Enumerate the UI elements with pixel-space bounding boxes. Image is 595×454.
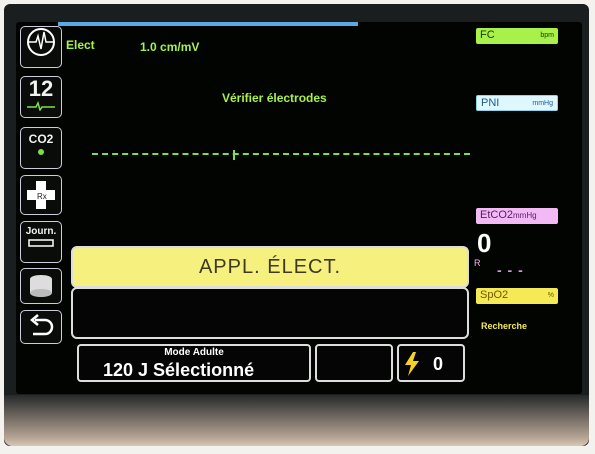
cuff-icon [30, 275, 52, 297]
nibp-unit: mmHg [532, 100, 553, 107]
energy-selection-box[interactable]: Mode Adulte 120 J Sélectionné [77, 344, 311, 382]
co2-button[interactable]: CO2 [20, 127, 62, 169]
nibp-label[interactable]: PNI mmHg [476, 95, 558, 111]
hr-label[interactable]: FC bpm [476, 28, 558, 44]
energy-selected: 120 J Sélectionné [103, 360, 255, 380]
ecg-gain-label: 1.0 cm/mV [140, 40, 200, 54]
mode-label: Mode Adulte [164, 347, 224, 358]
etco2-title: EtCO2 [480, 209, 514, 221]
ecg-wave-icon [27, 101, 55, 111]
resp-label: R [474, 258, 481, 268]
top-status-bar [58, 22, 358, 26]
spo2-unit: % [547, 292, 554, 299]
trace-divider [233, 150, 235, 160]
ecg-lead-button[interactable] [20, 26, 62, 68]
co2-label: CO2 [28, 132, 54, 146]
resp-value: - - - [497, 262, 524, 278]
spo2-status: Recherche [481, 321, 528, 331]
svg-text:Rx: Rx [37, 192, 47, 201]
spo2-label[interactable]: SpO2 % [476, 288, 558, 304]
etco2-value: 0 [477, 228, 492, 258]
device-bezel-bottom [4, 395, 589, 446]
ecg-lead-label: Elect [66, 38, 95, 52]
journal-button[interactable]: Journ. [20, 221, 62, 263]
check-electrodes-message: Vérifier électrodes [222, 91, 327, 105]
hr-unit: bpm [540, 32, 554, 39]
shock-count-box: 0 [397, 344, 465, 382]
spo2-title: SpO2 [480, 289, 509, 301]
ecg-circle-icon [27, 28, 55, 56]
back-arrow-icon [30, 314, 54, 336]
status-box [315, 344, 393, 382]
journal-label: Journ. [25, 226, 57, 237]
twelve-lead-label: 12 [28, 76, 54, 101]
hr-title: FC [480, 29, 495, 41]
ecg-flatline-trace [92, 153, 470, 155]
nibp-cuff-button[interactable] [20, 268, 62, 304]
dot-icon [38, 149, 44, 155]
back-button[interactable] [20, 310, 62, 344]
shock-count: 0 [433, 354, 444, 374]
nibp-title: PNI [481, 97, 500, 109]
message-area [71, 287, 469, 339]
rx-cross-icon: Rx [27, 181, 55, 209]
rx-button[interactable]: Rx [20, 175, 62, 215]
etco2-unit: mmHg [513, 211, 537, 220]
etco2-label[interactable]: EtCO2mmHg [476, 208, 558, 224]
twelve-lead-button[interactable]: 12 [20, 76, 62, 118]
alarm-banner: APPL. ÉLECT. [71, 246, 469, 288]
lightning-icon [405, 352, 419, 376]
bar-icon [28, 239, 54, 247]
